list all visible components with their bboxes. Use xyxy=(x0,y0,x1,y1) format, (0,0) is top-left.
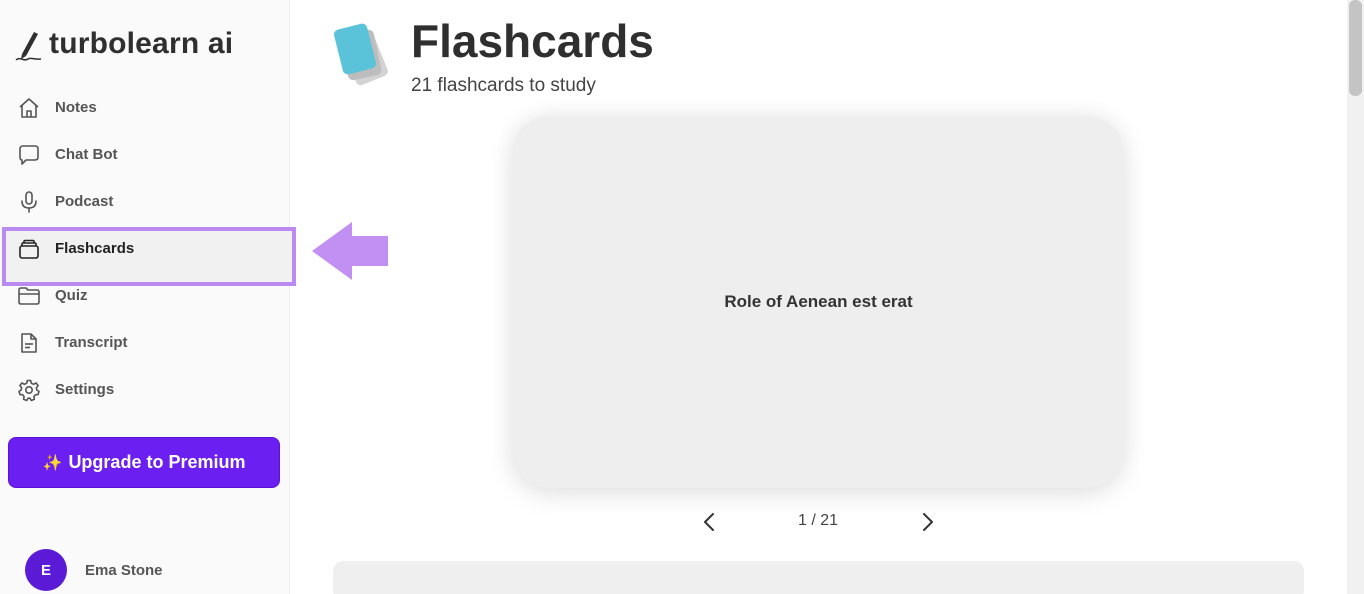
sidebar-item-podcast[interactable]: Podcast xyxy=(0,178,290,225)
logo[interactable]: turbolearn ai xyxy=(14,24,233,64)
sidebar: turbolearn ai Notes Chat Bot Podcast Fla… xyxy=(0,0,296,594)
microphone-icon xyxy=(17,190,41,214)
sidebar-item-notes[interactable]: Notes xyxy=(0,84,290,131)
cards-icon xyxy=(17,237,41,261)
sidebar-item-label: Transcript xyxy=(55,334,128,351)
sidebar-item-settings[interactable]: Settings xyxy=(0,366,290,413)
sidebar-item-label: Quiz xyxy=(55,287,88,304)
home-icon xyxy=(17,96,41,120)
pen-logo-icon xyxy=(15,32,42,61)
sidebar-item-transcript[interactable]: Transcript xyxy=(0,319,290,366)
chat-icon xyxy=(17,143,41,167)
sidebar-item-label: Notes xyxy=(55,99,97,116)
sidebar-item-label: Flashcards xyxy=(55,240,135,257)
page-subtitle: 21 flashcards to study xyxy=(411,75,596,96)
card-counter: 1 / 21 xyxy=(797,512,839,529)
flashcard-text: Role of Aenean est erat xyxy=(724,292,913,311)
sparkle-icon: ✨ xyxy=(42,454,63,472)
sidebar-item-flashcards[interactable]: Flashcards xyxy=(0,225,296,286)
content-panel xyxy=(333,561,1304,594)
next-card-button[interactable] xyxy=(918,510,938,534)
page-title: Flashcards xyxy=(411,15,654,67)
sidebar-nav: Notes Chat Bot Podcast Flashcards Quiz T… xyxy=(0,84,296,413)
left-arrow-icon xyxy=(312,222,388,280)
avatar: E xyxy=(25,549,67,591)
upgrade-label: Upgrade to Premium xyxy=(68,452,246,472)
app-name: turbolearn ai xyxy=(49,27,234,60)
sidebar-item-label: Podcast xyxy=(55,193,114,210)
sidebar-item-label: Settings xyxy=(55,381,115,398)
sidebar-item-label: Chat Bot xyxy=(55,146,118,163)
scrollbar-thumb[interactable] xyxy=(1349,0,1362,96)
sidebar-item-chat-bot[interactable]: Chat Bot xyxy=(0,131,290,178)
sidebar-item-quiz[interactable]: Quiz xyxy=(0,272,290,319)
folder-icon xyxy=(17,284,41,308)
user-profile[interactable]: E Ema Stone xyxy=(25,549,163,591)
flashcard[interactable]: Role of Aenean est erat xyxy=(513,116,1123,488)
user-name: Ema Stone xyxy=(85,561,163,579)
previous-card-button[interactable] xyxy=(699,510,719,534)
document-icon xyxy=(17,331,41,355)
upgrade-premium-button[interactable]: ✨ Upgrade to Premium xyxy=(8,437,280,488)
flashcards-header-icon xyxy=(334,23,388,86)
gear-icon xyxy=(17,378,41,402)
